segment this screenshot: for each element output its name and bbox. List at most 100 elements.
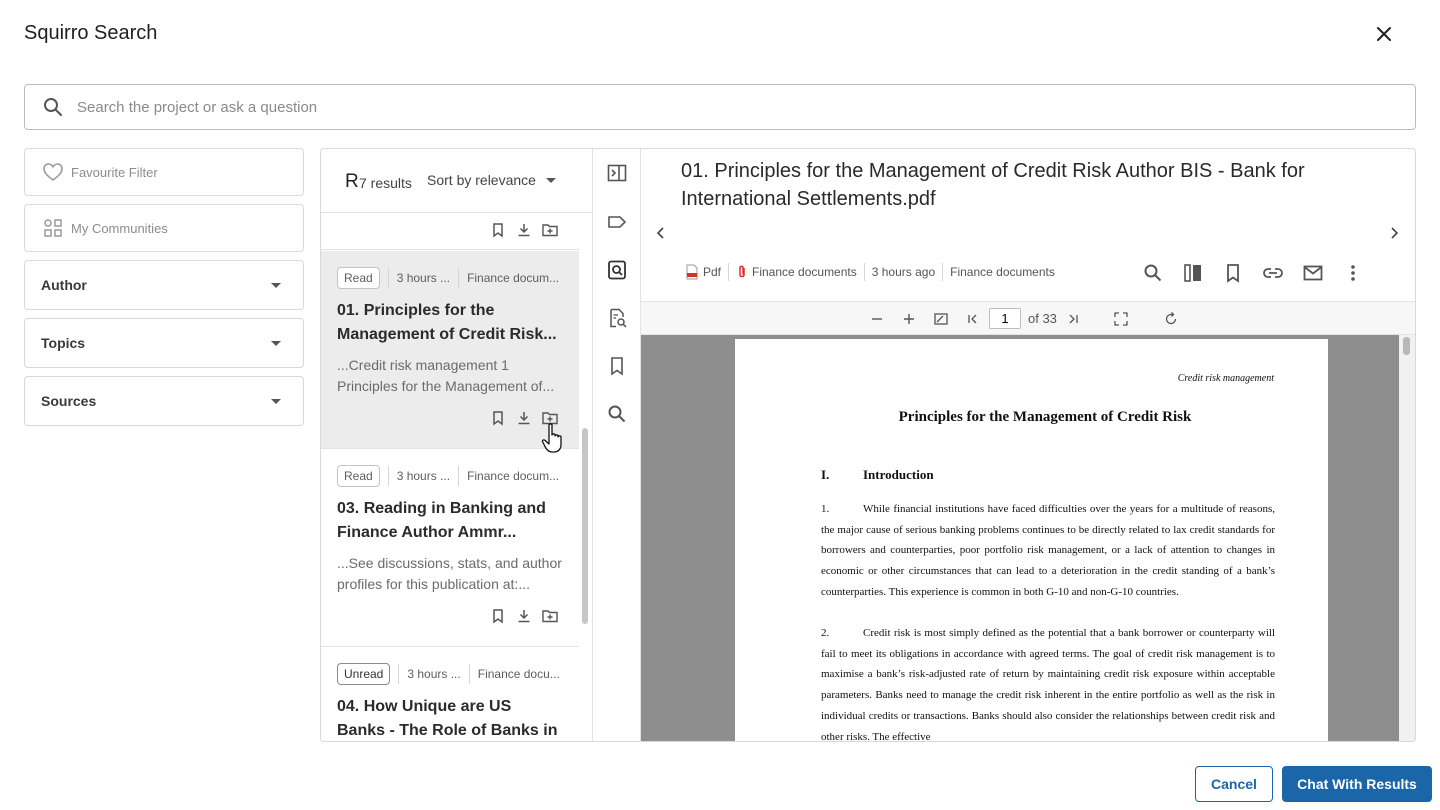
mail-icon[interactable] bbox=[1301, 261, 1325, 285]
results-scrollbar[interactable] bbox=[582, 428, 588, 624]
rotate-icon[interactable] bbox=[1163, 311, 1179, 327]
sort-label: Sort by relevance bbox=[427, 172, 536, 188]
card-title[interactable]: 03. Reading in Banking and Finance Autho… bbox=[337, 497, 563, 545]
bookmark-icon[interactable] bbox=[489, 409, 507, 427]
more-vertical-icon[interactable] bbox=[1341, 261, 1365, 285]
pdf-scrollbar-track[interactable] bbox=[1399, 335, 1415, 741]
pdf-icon bbox=[685, 264, 699, 280]
search-icon[interactable] bbox=[605, 402, 629, 426]
card-title[interactable]: 01. Principles for the Management of Cre… bbox=[337, 299, 563, 347]
author-dropdown[interactable]: Author bbox=[24, 260, 304, 310]
first-page-icon[interactable] bbox=[965, 311, 981, 327]
card-source: Finance docum... bbox=[467, 469, 560, 483]
dialog-title: Squirro Search bbox=[24, 22, 158, 44]
chevron-left-icon[interactable] bbox=[653, 225, 669, 241]
card-time: 3 hours ... bbox=[407, 667, 461, 681]
collapse-panel-icon[interactable] bbox=[605, 161, 629, 185]
card-snippet: ...Credit risk management 1 Principles f… bbox=[337, 357, 555, 394]
hand-cursor-icon bbox=[541, 422, 567, 454]
close-icon[interactable] bbox=[1372, 22, 1396, 46]
bookmark-icon[interactable] bbox=[489, 221, 507, 239]
bookmark-icon[interactable] bbox=[1221, 261, 1245, 285]
results-count: 7 results bbox=[359, 175, 412, 191]
card-snippet: ...See discussions, stats, and author pr… bbox=[337, 555, 562, 592]
pdf-paragraph-number: 2. bbox=[821, 627, 830, 639]
status-badge: Unread bbox=[337, 663, 391, 685]
bookmark-icon[interactable] bbox=[605, 354, 629, 378]
file-type-label: Pdf bbox=[703, 265, 722, 279]
attachment[interactable]: Finance documents bbox=[736, 264, 857, 280]
fullscreen-icon[interactable] bbox=[1113, 311, 1129, 327]
chevron-down-icon bbox=[271, 398, 281, 404]
pdf-running-header: Credit risk management bbox=[1177, 373, 1274, 384]
card-meta: Read 3 hours ... Finance docum... bbox=[337, 267, 559, 289]
card-meta: Unread 3 hours ... Finance docu... bbox=[337, 663, 560, 685]
download-icon[interactable] bbox=[515, 607, 533, 625]
favourite-filter[interactable]: Favourite Filter bbox=[24, 148, 304, 196]
preview-meta: Pdf Finance documents 3 hours ago Financ… bbox=[685, 263, 1055, 281]
card-title[interactable]: 04. How Unique are US Banks - The Role o… bbox=[337, 695, 563, 741]
fit-page-icon[interactable] bbox=[933, 311, 949, 327]
search-icon[interactable] bbox=[1141, 261, 1165, 285]
card-source: Finance docum... bbox=[467, 271, 560, 285]
my-communities-label: My Communities bbox=[71, 220, 168, 236]
zoom-out-icon[interactable] bbox=[869, 311, 885, 327]
search-bar[interactable] bbox=[24, 84, 1416, 130]
preview-title: 01. Principles for the Management of Cre… bbox=[681, 160, 1305, 210]
list-item[interactable] bbox=[321, 213, 579, 250]
status-badge: Read bbox=[337, 267, 380, 289]
chevron-down-icon bbox=[545, 177, 556, 183]
file-type: Pdf bbox=[685, 264, 721, 280]
pdf-paragraph-number: 1. bbox=[821, 503, 830, 515]
pdf-section-heading: I. Introduction bbox=[821, 467, 934, 483]
divider bbox=[387, 268, 389, 288]
card-actions bbox=[489, 221, 559, 239]
preview-source: Finance documents bbox=[950, 265, 1055, 279]
card-meta: Read 3 hours ... Finance docum... bbox=[337, 465, 559, 487]
download-icon[interactable] bbox=[515, 221, 533, 239]
search-input[interactable] bbox=[77, 98, 1277, 116]
split-view-icon[interactable] bbox=[1181, 261, 1205, 285]
file-search-icon[interactable] bbox=[605, 306, 629, 330]
page-number-input[interactable] bbox=[989, 308, 1021, 329]
chevron-right-icon[interactable] bbox=[1386, 225, 1402, 241]
divider bbox=[468, 664, 470, 684]
list-item[interactable]: Read 3 hours ... Finance docum... 01. Pr… bbox=[321, 251, 579, 449]
bookmark-icon[interactable] bbox=[489, 607, 507, 625]
pdf-paragraph-text: Credit risk is most simply defined as th… bbox=[821, 627, 1275, 741]
attachment-label: Finance documents bbox=[752, 265, 857, 279]
pdf-section-title: Introduction bbox=[863, 467, 934, 482]
sources-dropdown-label: Sources bbox=[41, 393, 97, 409]
document-search-icon[interactable] bbox=[605, 258, 629, 282]
my-communities-filter[interactable]: My Communities bbox=[24, 204, 304, 252]
preview-time: 3 hours ago bbox=[871, 265, 936, 279]
topics-dropdown[interactable]: Topics bbox=[24, 318, 304, 368]
document-preview: 01. Principles for the Management of Cre… bbox=[641, 149, 1415, 741]
tag-icon[interactable] bbox=[605, 210, 629, 234]
zoom-in-icon[interactable] bbox=[901, 311, 917, 327]
card-time: 3 hours ... bbox=[396, 271, 451, 285]
add-to-folder-icon[interactable] bbox=[541, 607, 559, 625]
favourite-filter-label: Favourite Filter bbox=[71, 164, 158, 180]
divider bbox=[387, 466, 389, 486]
divider bbox=[942, 263, 944, 281]
topics-dropdown-label: Topics bbox=[41, 335, 86, 351]
list-item[interactable]: Unread 3 hours ... Finance docu... 04. H… bbox=[321, 647, 579, 741]
chat-with-results-button[interactable]: Chat With Results bbox=[1282, 766, 1432, 802]
page-total: of 33 bbox=[1028, 311, 1057, 326]
link-icon[interactable] bbox=[1261, 261, 1285, 285]
divider bbox=[458, 268, 460, 288]
pdf-scrollbar-thumb[interactable] bbox=[1403, 337, 1410, 355]
pdf-heading: Principles for the Management of Credit … bbox=[898, 409, 1192, 425]
last-page-icon[interactable] bbox=[1065, 311, 1081, 327]
list-item[interactable]: Read 3 hours ... Finance docum... 03. Re… bbox=[321, 449, 579, 647]
sources-dropdown[interactable]: Sources bbox=[24, 376, 304, 426]
cancel-button[interactable]: Cancel bbox=[1195, 766, 1273, 802]
sort-dropdown[interactable]: Sort by relevance bbox=[427, 172, 556, 188]
download-icon[interactable] bbox=[515, 409, 533, 427]
chevron-down-icon bbox=[271, 282, 281, 288]
add-to-folder-icon[interactable] bbox=[541, 221, 559, 239]
search-icon bbox=[41, 95, 65, 119]
pdf-paragraph: 1. While financial institutions have face… bbox=[821, 499, 1275, 603]
pdf-viewer[interactable]: Credit risk management Principles for th… bbox=[641, 335, 1399, 741]
